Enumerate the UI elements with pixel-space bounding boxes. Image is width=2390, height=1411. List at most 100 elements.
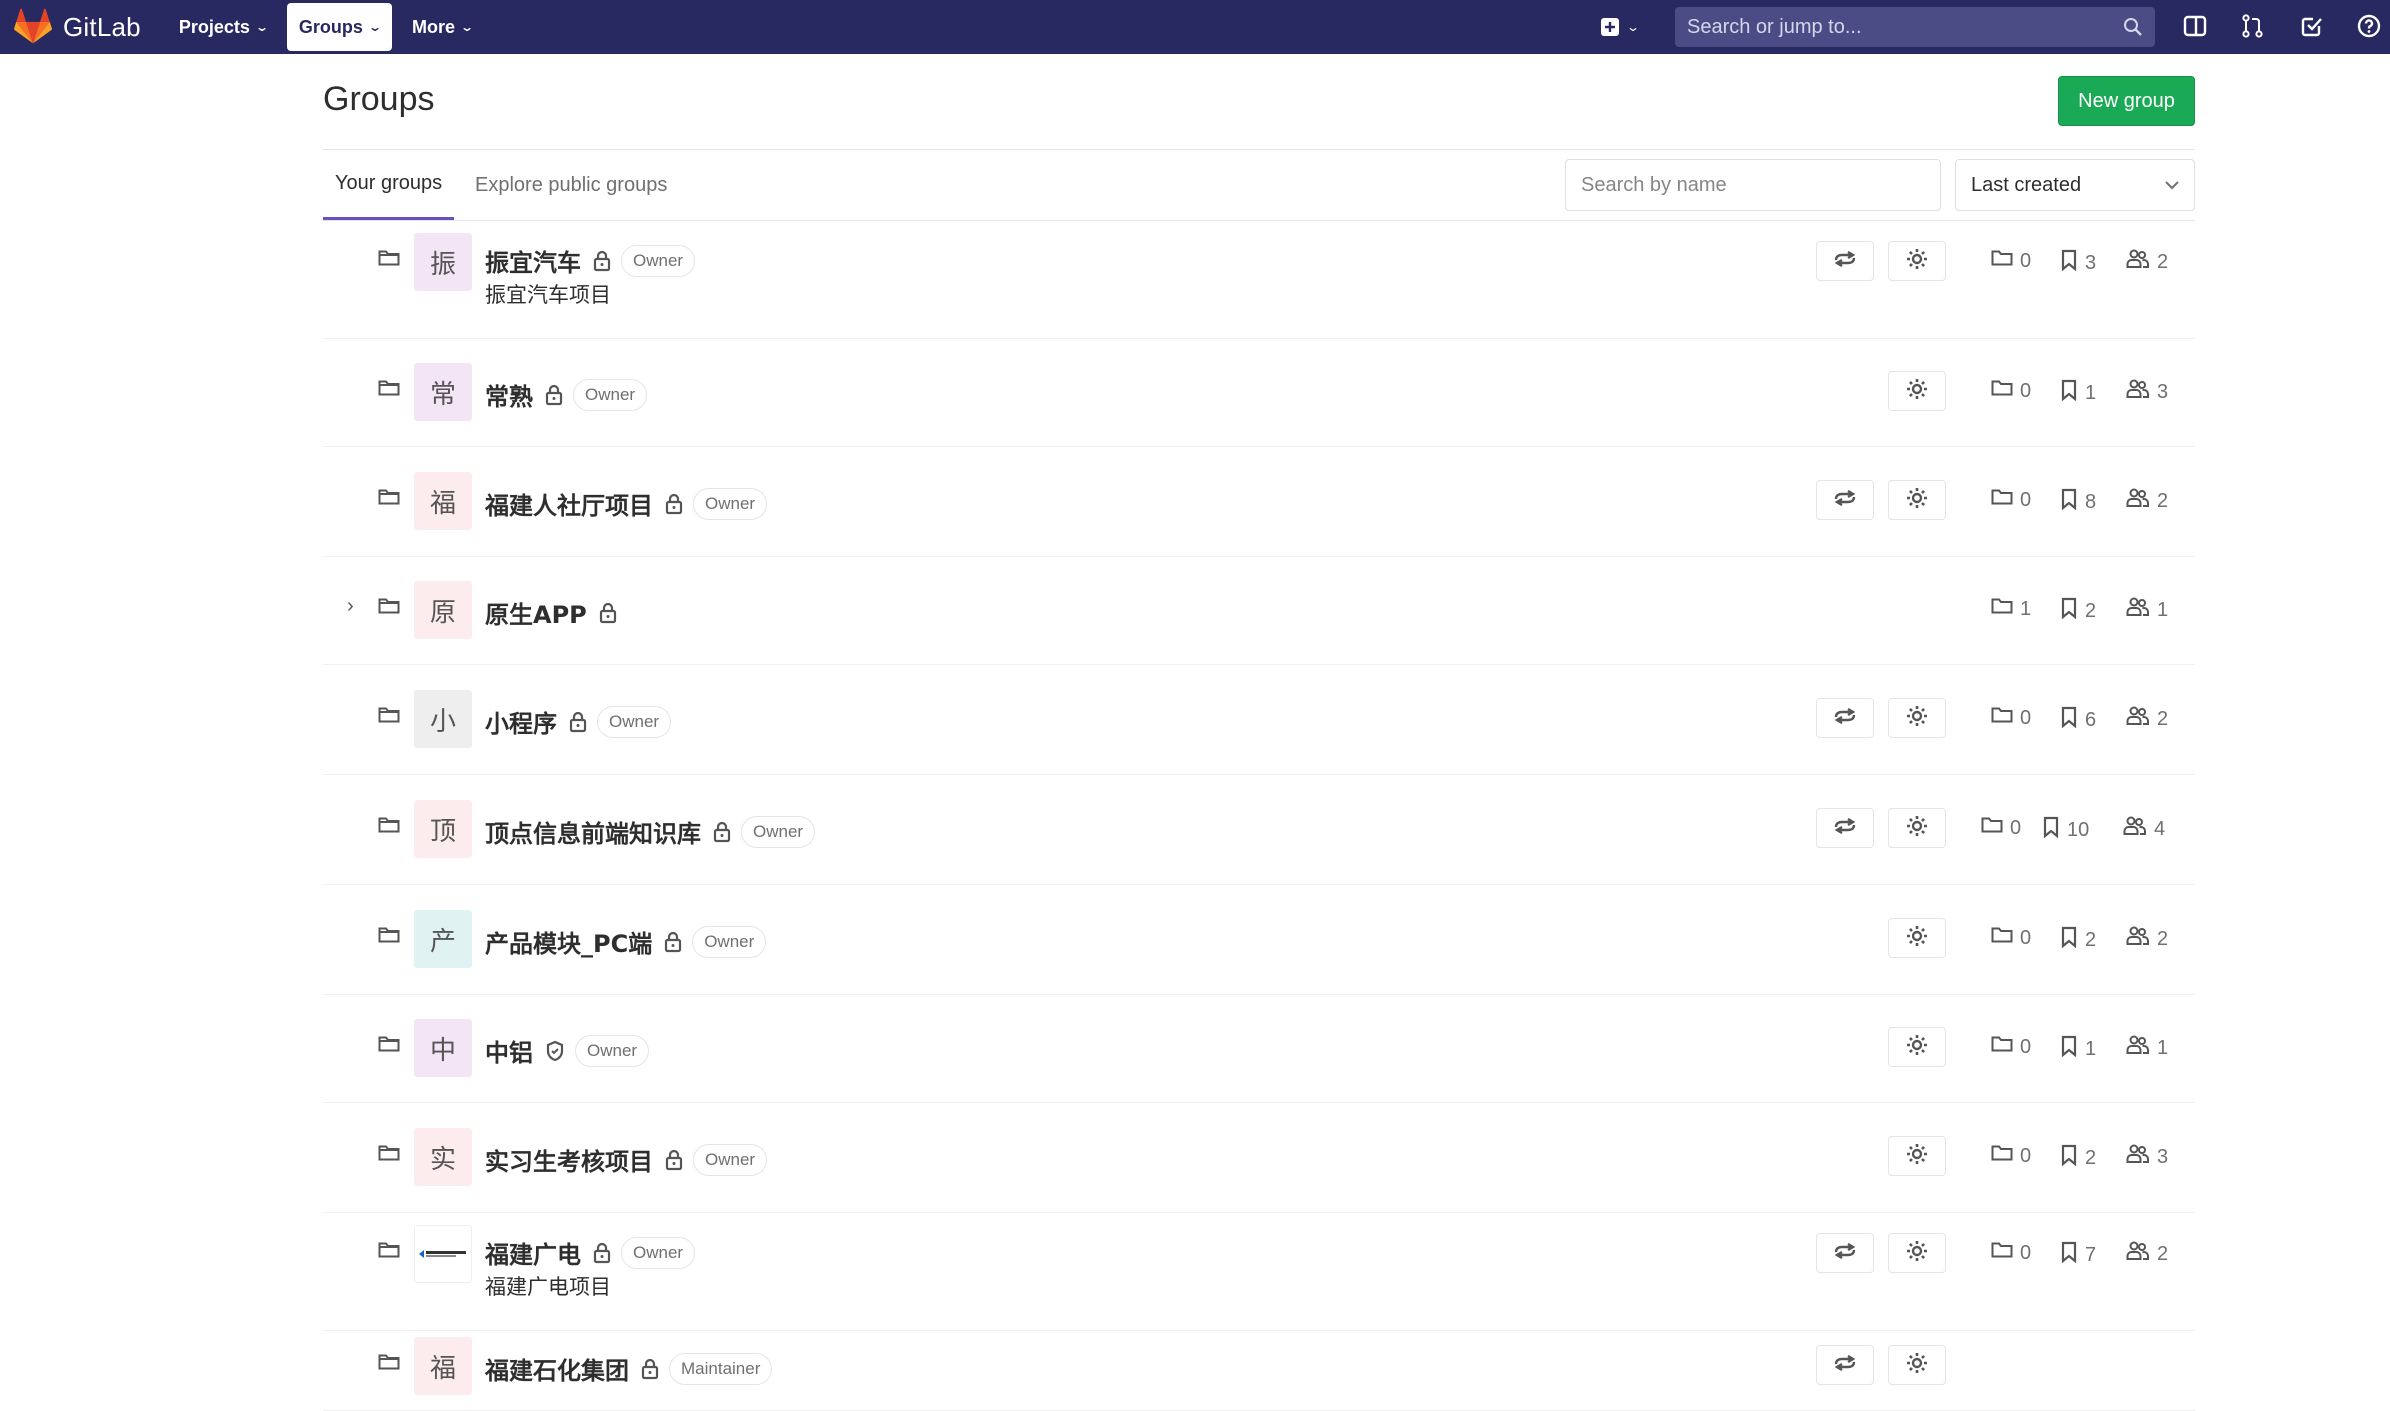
group-description: 福建广电项目	[485, 1275, 611, 1299]
subgroup-count: 0	[2020, 488, 2032, 511]
nav-projects-label: Projects	[178, 16, 250, 37]
global-search-input[interactable]	[1687, 15, 2107, 39]
group-row[interactable]: 常 常熟 Owner 0 1 3	[323, 339, 2195, 447]
group-row[interactable]: 顶 顶点信息前端知识库 Owner 0 10 4	[323, 775, 2195, 885]
group-name-link[interactable]: 顶点信息前端知识库 Owner	[485, 814, 816, 849]
nav-more[interactable]: More ⌄	[400, 3, 484, 51]
group-avatar[interactable]: 小	[414, 690, 472, 748]
group-row[interactable]: 产 产品模块_PC端 Owner 0 2 2	[323, 885, 2195, 995]
todo-check-icon[interactable]	[2299, 13, 2325, 39]
leave-group-button[interactable]	[1816, 1233, 1874, 1273]
group-settings-button[interactable]	[1888, 1027, 1946, 1067]
group-avatar[interactable]: 振	[414, 233, 472, 291]
sidebar-icon[interactable]	[2182, 13, 2208, 39]
global-search[interactable]	[1675, 7, 2155, 47]
member-count-stat: 3	[2126, 1144, 2168, 1170]
group-avatar[interactable]	[414, 1225, 472, 1283]
group-name-link[interactable]: 原生APP	[485, 595, 617, 630]
group-name-link[interactable]: 中铝 Owner	[485, 1033, 650, 1068]
nav-projects[interactable]: Projects ⌄	[167, 3, 279, 51]
sort-dropdown[interactable]: Last created	[1955, 159, 2195, 211]
filter-by-name-input[interactable]	[1565, 159, 1941, 211]
group-settings-button[interactable]	[1888, 1345, 1946, 1385]
gear-icon	[1905, 247, 1929, 276]
group-name: 顶点信息前端知识库	[485, 820, 701, 848]
leave-icon	[1834, 489, 1856, 511]
folder-icon	[378, 1241, 400, 1264]
group-avatar[interactable]: 常	[414, 363, 472, 421]
group-settings-button[interactable]	[1888, 1233, 1946, 1273]
nav-groups[interactable]: Groups ⌄	[286, 3, 392, 51]
group-name: 常熟	[485, 383, 533, 411]
users-icon	[2126, 1035, 2157, 1061]
group-settings-button[interactable]	[1888, 241, 1946, 281]
group-row[interactable]: 实 实习生考核项目 Owner 0 2 3	[323, 1103, 2195, 1213]
chevron-down-icon: ⌄	[460, 20, 475, 34]
role-badge: Owner	[621, 1236, 696, 1269]
group-avatar[interactable]: 顶	[414, 800, 472, 858]
new-item-dropdown[interactable]: ⌄	[1600, 12, 1640, 42]
merge-request-icon[interactable]	[2240, 13, 2266, 39]
new-group-button[interactable]: New group	[2058, 76, 2195, 126]
group-name-link[interactable]: 实习生考核项目 Owner	[485, 1142, 768, 1177]
group-settings-button[interactable]	[1888, 698, 1946, 738]
group-name-link[interactable]: 福建广电 Owner	[485, 1235, 696, 1270]
lock-icon	[569, 711, 587, 733]
group-avatar[interactable]: 福	[414, 1337, 472, 1395]
page-title: Groups	[323, 80, 435, 118]
subgroup-icon	[1991, 1144, 2020, 1168]
group-avatar-letter: 原	[429, 597, 456, 628]
group-name-link[interactable]: 产品模块_PC端 Owner	[485, 924, 767, 959]
gitlab-home-link[interactable]: GitLab	[0, 0, 141, 54]
project-count: 2	[2085, 1146, 2097, 1169]
group-avatar[interactable]: 原	[414, 581, 472, 639]
group-row[interactable]: 小 小程序 Owner 0 6 2	[323, 665, 2195, 775]
group-avatar[interactable]: 福	[414, 472, 472, 530]
group-row[interactable]: › 原 原生APP 1 2 1	[323, 557, 2195, 665]
group-row[interactable]: 福 福建人社厅项目 Owner 0 8 2	[323, 447, 2195, 557]
tab-explore-public-groups[interactable]: Explore public groups	[463, 150, 679, 220]
folder-icon	[378, 379, 400, 402]
project-count-stat: 2	[2060, 926, 2096, 954]
tab-your-groups[interactable]: Your groups	[323, 150, 455, 220]
subgroup-icon	[1991, 926, 2020, 950]
expand-chevron-icon[interactable]: ›	[347, 595, 354, 618]
member-count-stat: 2	[2126, 488, 2168, 514]
group-settings-button[interactable]	[1888, 808, 1946, 848]
users-icon	[2126, 488, 2157, 514]
group-name: 实习生考核项目	[485, 1148, 653, 1176]
group-row[interactable]: 福 福建石化集团 Maintainer	[323, 1331, 2195, 1411]
group-name-link[interactable]: 福建石化集团 Maintainer	[485, 1351, 773, 1386]
help-icon[interactable]	[2356, 13, 2382, 39]
subgroup-count-stat: 0	[1991, 926, 2031, 950]
subgroup-count-stat: 0	[1991, 249, 2031, 273]
group-settings-button[interactable]	[1888, 1136, 1946, 1176]
subgroup-count: 0	[2020, 1144, 2032, 1167]
leave-group-button[interactable]	[1816, 808, 1874, 848]
folder-icon	[378, 597, 400, 620]
group-name-link[interactable]: 福建人社厅项目 Owner	[485, 486, 768, 521]
group-row[interactable]: 中 中铝 Owner 0 1 1	[323, 995, 2195, 1103]
role-badge: Owner	[692, 925, 767, 958]
member-count-stat: 2	[2126, 1241, 2168, 1267]
group-avatar[interactable]: 中	[414, 1019, 472, 1077]
leave-group-button[interactable]	[1816, 1345, 1874, 1385]
group-name-link[interactable]: 振宜汽车 Owner	[485, 243, 696, 278]
role-badge: Owner	[573, 378, 648, 411]
group-settings-button[interactable]	[1888, 371, 1946, 411]
group-settings-button[interactable]	[1888, 480, 1946, 520]
group-name-link[interactable]: 常熟 Owner	[485, 377, 648, 412]
group-avatar[interactable]: 产	[414, 910, 472, 968]
subgroup-count: 0	[2010, 816, 2022, 839]
group-avatar[interactable]: 实	[414, 1128, 472, 1186]
group-row[interactable]: 福建广电 Owner 福建广电项目 0 7 2	[323, 1213, 2195, 1331]
subgroup-count: 0	[2020, 379, 2032, 402]
leave-group-button[interactable]	[1816, 480, 1874, 520]
leave-group-button[interactable]	[1816, 698, 1874, 738]
group-name-link[interactable]: 小程序 Owner	[485, 704, 672, 739]
leave-group-button[interactable]	[1816, 241, 1874, 281]
group-row[interactable]: 振 振宜汽车 Owner 振宜汽车项目 0 3 2	[323, 221, 2195, 339]
group-name: 中铝	[485, 1039, 533, 1067]
group-settings-button[interactable]	[1888, 918, 1946, 958]
project-count-stat: 1	[2060, 1035, 2096, 1063]
